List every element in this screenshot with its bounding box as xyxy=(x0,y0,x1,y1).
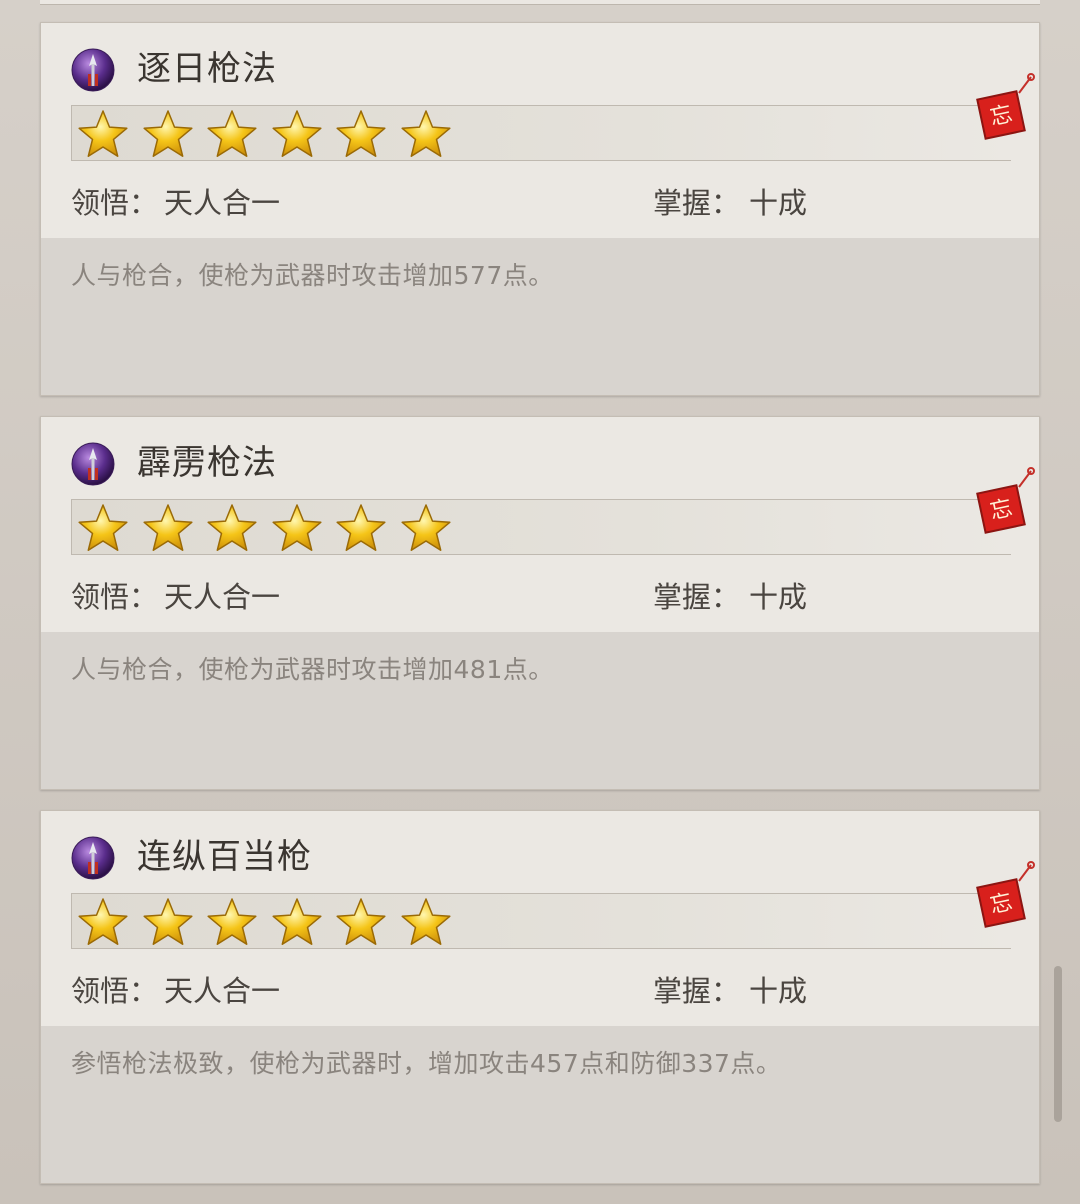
skill-name: 逐日枪法 xyxy=(137,49,277,89)
spear-skill-icon xyxy=(71,442,115,486)
star-icon xyxy=(78,898,128,945)
comprehension-value: 天人合一 xyxy=(164,186,281,220)
comprehension-label: 领悟： xyxy=(71,580,159,614)
comprehension-value: 天人合一 xyxy=(164,580,281,614)
mastery-label: 掌握： xyxy=(653,974,741,1008)
star-icon xyxy=(142,898,193,945)
mastery-value: 十成 xyxy=(749,974,808,1008)
mastery-label: 掌握： xyxy=(653,186,741,220)
star-icon xyxy=(400,898,451,945)
star-icon xyxy=(400,504,451,551)
skill-card[interactable]: 连纵百当枪 领悟： 天人合一 掌握： 十成 忘 参悟枪法极致，使枪为武器时，增加… xyxy=(40,810,1040,1184)
star-rating xyxy=(71,893,1011,949)
comprehension-label: 领悟： xyxy=(71,974,159,1008)
star-icon xyxy=(207,110,257,157)
forget-seal-icon[interactable]: 忘 xyxy=(975,861,1037,929)
star-icon xyxy=(271,898,322,945)
star-rating xyxy=(71,105,1011,161)
star-rating xyxy=(71,499,1011,555)
comprehension-value: 天人合一 xyxy=(164,974,281,1008)
star-icon xyxy=(336,898,386,945)
star-icon xyxy=(336,504,386,551)
star-icon xyxy=(400,110,451,157)
card-header: 霹雳枪法 领悟： 天人合一 掌握： 十成 忘 xyxy=(41,417,1039,632)
star-icon xyxy=(78,110,128,157)
comprehension-label: 领悟： xyxy=(71,186,159,220)
skill-description: 人与枪合，使枪为武器时攻击增加481点。 xyxy=(71,655,554,684)
skill-card[interactable]: 霹雳枪法 领悟： 天人合一 掌握： 十成 忘 人与枪合，使枪为武器时攻击增加48… xyxy=(40,416,1040,790)
mastery-label: 掌握： xyxy=(653,580,741,614)
mastery-value: 十成 xyxy=(749,186,808,220)
star-icon xyxy=(271,504,322,551)
scrollbar-thumb[interactable] xyxy=(1054,966,1062,1122)
card-header: 连纵百当枪 领悟： 天人合一 掌握： 十成 忘 xyxy=(41,811,1039,1026)
card-header: 逐日枪法 领悟： 天人合一 掌握： 十成 忘 xyxy=(41,23,1039,238)
star-icon xyxy=(142,504,193,551)
skill-name: 霹雳枪法 xyxy=(137,443,277,483)
mastery-value: 十成 xyxy=(749,580,808,614)
forget-seal-icon[interactable]: 忘 xyxy=(975,73,1037,141)
star-icon xyxy=(78,504,128,551)
forget-seal-icon[interactable]: 忘 xyxy=(975,467,1037,535)
spear-skill-icon xyxy=(71,48,115,92)
star-icon xyxy=(336,110,386,157)
skill-description: 人与枪合，使枪为武器时攻击增加577点。 xyxy=(71,261,554,290)
star-icon xyxy=(207,504,257,551)
star-icon xyxy=(207,898,257,945)
spear-skill-icon xyxy=(71,836,115,880)
previous-card-edge xyxy=(40,0,1040,5)
skill-description: 参悟枪法极致，使枪为武器时，增加攻击457点和防御337点。 xyxy=(71,1049,782,1078)
skill-name: 连纵百当枪 xyxy=(137,837,312,877)
star-icon xyxy=(271,110,322,157)
star-icon xyxy=(142,110,193,157)
skill-card[interactable]: 逐日枪法 领悟： 天人合一 掌握： 十成 忘 人与枪合，使枪为武器时攻击增加57… xyxy=(40,22,1040,396)
